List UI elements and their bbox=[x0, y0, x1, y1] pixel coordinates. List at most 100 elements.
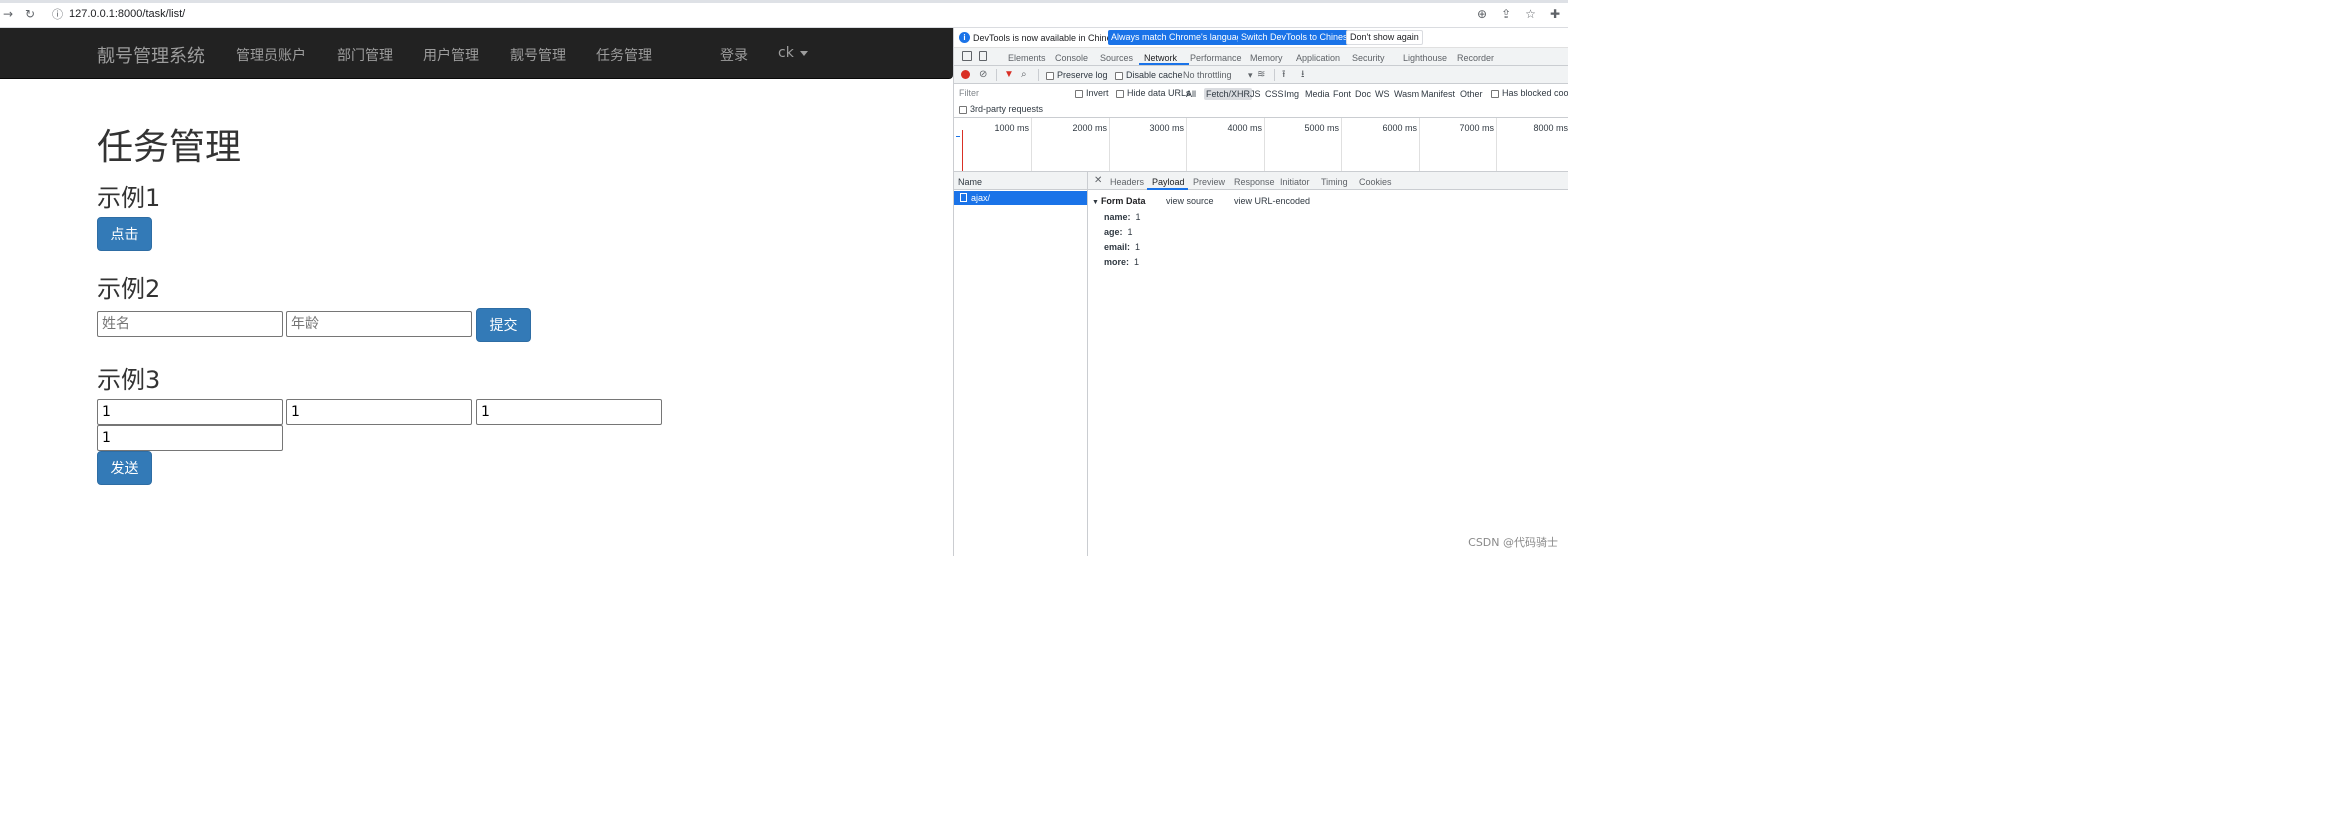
blocked-cookies-checkbox[interactable]: Has blocked cookies bbox=[1491, 88, 1568, 98]
throttling-select[interactable]: No throttling ▾ bbox=[1183, 70, 1253, 81]
filter-type-img[interactable]: Img bbox=[1284, 89, 1299, 99]
inspect-element-icon[interactable] bbox=[962, 51, 972, 61]
address-bar[interactable]: 127.0.0.1:8000/task/list/ bbox=[69, 8, 185, 20]
form-data-section-header[interactable]: ▼ Form Data view source view URL-encoded bbox=[1092, 196, 1310, 206]
tab-memory[interactable]: Memory bbox=[1250, 53, 1283, 63]
filter-type-js[interactable]: JS bbox=[1250, 89, 1261, 99]
preserve-log-checkbox[interactable]: Preserve log bbox=[1046, 70, 1108, 80]
document-icon bbox=[960, 193, 967, 202]
match-language-button[interactable]: Always match Chrome's language bbox=[1108, 30, 1250, 45]
filter-type-manifest[interactable]: Manifest bbox=[1421, 89, 1455, 99]
tab-performance[interactable]: Performance bbox=[1190, 53, 1242, 63]
share-icon[interactable]: ⇪ bbox=[1501, 7, 1511, 21]
hide-data-urls-checkbox[interactable]: Hide data URLs bbox=[1116, 88, 1191, 98]
click-button[interactable]: 点击 bbox=[97, 217, 152, 251]
bookmark-star-icon[interactable]: ☆ bbox=[1525, 7, 1536, 21]
tab-timing[interactable]: Timing bbox=[1321, 177, 1348, 187]
form-field-value: 1 bbox=[1127, 227, 1133, 237]
user-name: ck bbox=[778, 45, 794, 61]
tab-recorder[interactable]: Recorder bbox=[1457, 53, 1494, 63]
send-button[interactable]: 发送 bbox=[97, 451, 152, 485]
arrow-right-icon[interactable]: → bbox=[0, 7, 16, 21]
name-column-header[interactable]: Name bbox=[954, 172, 1087, 190]
filter-type-all[interactable]: All bbox=[1186, 89, 1196, 99]
request-list: Name ajax/ bbox=[954, 172, 1088, 556]
name-input[interactable] bbox=[97, 311, 283, 337]
reload-icon[interactable]: ↻ bbox=[22, 7, 38, 21]
example3-input-1[interactable] bbox=[97, 399, 283, 425]
nav-item-user[interactable]: 用户管理 bbox=[423, 45, 479, 65]
filter-type-wasm[interactable]: Wasm bbox=[1394, 89, 1419, 99]
tab-cookies[interactable]: Cookies bbox=[1359, 177, 1392, 187]
expand-triangle-icon: ▼ bbox=[1092, 199, 1099, 206]
close-icon[interactable]: ✕ bbox=[1094, 175, 1102, 186]
disable-cache-label: Disable cache bbox=[1126, 70, 1183, 80]
tab-headers[interactable]: Headers bbox=[1110, 177, 1144, 187]
toolbar-separator bbox=[996, 69, 997, 81]
tab-network[interactable]: Network bbox=[1144, 53, 1177, 63]
filter-type-font[interactable]: Font bbox=[1333, 89, 1351, 99]
nav-login[interactable]: 登录 bbox=[720, 45, 748, 65]
nav-user-dropdown[interactable]: ck bbox=[778, 45, 808, 61]
zoom-icon[interactable]: ⊕ bbox=[1477, 7, 1487, 21]
device-toolbar-icon[interactable] bbox=[979, 51, 987, 61]
form-field-key: age: bbox=[1104, 227, 1123, 237]
info-icon: i bbox=[959, 32, 970, 43]
tab-response[interactable]: Response bbox=[1234, 177, 1275, 187]
import-har-icon[interactable]: ⭱ bbox=[1282, 69, 1286, 80]
timeline-label: 5000 ms bbox=[1304, 123, 1339, 133]
filter-type-other[interactable]: Other bbox=[1460, 89, 1483, 99]
filter-type-ws[interactable]: WS bbox=[1375, 89, 1390, 99]
tab-elements[interactable]: Elements bbox=[1008, 53, 1046, 63]
tab-sources[interactable]: Sources bbox=[1100, 53, 1133, 63]
filter-type-css[interactable]: CSS bbox=[1265, 89, 1284, 99]
third-party-checkbox[interactable]: 3rd-party requests bbox=[959, 104, 1043, 114]
nav-item-department[interactable]: 部门管理 bbox=[337, 45, 393, 65]
tab-application[interactable]: Application bbox=[1296, 53, 1340, 63]
example3-input-4[interactable] bbox=[97, 425, 283, 451]
switch-chinese-button[interactable]: Switch DevTools to Chinese bbox=[1238, 30, 1356, 45]
infobar-text: DevTools is now available in Chinese! bbox=[973, 33, 1124, 43]
network-overview-timeline[interactable]: 1000 ms 2000 ms 3000 ms 4000 ms 5000 ms … bbox=[954, 118, 1568, 172]
devtools-tabbar: Elements Console Sources Network Perform… bbox=[954, 48, 1568, 66]
filter-type-doc[interactable]: Doc bbox=[1355, 89, 1371, 99]
nav-item-task[interactable]: 任务管理 bbox=[596, 45, 652, 65]
filter-input[interactable] bbox=[957, 87, 1071, 99]
network-conditions-icon[interactable]: ≋ bbox=[1257, 69, 1265, 80]
export-har-icon[interactable]: ⭳ bbox=[1301, 69, 1305, 80]
example3-heading: 示例3 bbox=[97, 366, 161, 394]
disable-cache-checkbox[interactable]: Disable cache bbox=[1115, 70, 1183, 80]
tab-preview[interactable]: Preview bbox=[1193, 177, 1225, 187]
filter-type-media[interactable]: Media bbox=[1305, 89, 1330, 99]
devtools-panel: i DevTools is now available in Chinese! … bbox=[953, 28, 1568, 556]
tab-lighthouse[interactable]: Lighthouse bbox=[1403, 53, 1447, 63]
tab-security[interactable]: Security bbox=[1352, 53, 1385, 63]
nav-item-pretty-number[interactable]: 靓号管理 bbox=[510, 45, 566, 65]
view-url-encoded-link[interactable]: view URL-encoded bbox=[1234, 196, 1310, 206]
record-icon[interactable] bbox=[961, 70, 970, 79]
csdn-watermark: CSDN @代码骑士 bbox=[1468, 536, 1558, 549]
dont-show-again-button[interactable]: Don't show again bbox=[1346, 30, 1423, 45]
extensions-icon[interactable]: ✚ bbox=[1550, 7, 1560, 21]
form-field-row: email: 1 bbox=[1104, 242, 1140, 252]
example3-input-3[interactable] bbox=[476, 399, 662, 425]
navbar-brand[interactable]: 靓号管理系统 bbox=[97, 42, 205, 68]
filter-type-fetch-xhr[interactable]: Fetch/XHR bbox=[1204, 88, 1253, 100]
tab-payload[interactable]: Payload bbox=[1152, 177, 1185, 187]
example3-input-2[interactable] bbox=[286, 399, 472, 425]
toolbar-separator bbox=[1038, 69, 1039, 81]
search-icon[interactable]: ⌕ bbox=[1021, 69, 1027, 80]
timeline-gridline bbox=[1419, 118, 1420, 171]
tab-initiator[interactable]: Initiator bbox=[1280, 177, 1310, 187]
tab-console[interactable]: Console bbox=[1055, 53, 1088, 63]
clear-icon[interactable]: ⊘ bbox=[979, 69, 987, 80]
view-source-link[interactable]: view source bbox=[1166, 196, 1214, 206]
invert-checkbox[interactable]: Invert bbox=[1075, 88, 1109, 98]
request-row-ajax[interactable]: ajax/ bbox=[954, 191, 1087, 205]
age-input[interactable] bbox=[286, 311, 472, 337]
nav-item-admin[interactable]: 管理员账户 bbox=[236, 45, 306, 65]
site-info-icon[interactable]: ⓘ bbox=[52, 6, 63, 22]
submit-button[interactable]: 提交 bbox=[476, 308, 531, 342]
filter-icon[interactable]: ▼ bbox=[1004, 69, 1014, 80]
form-field-value: 1 bbox=[1134, 257, 1140, 267]
